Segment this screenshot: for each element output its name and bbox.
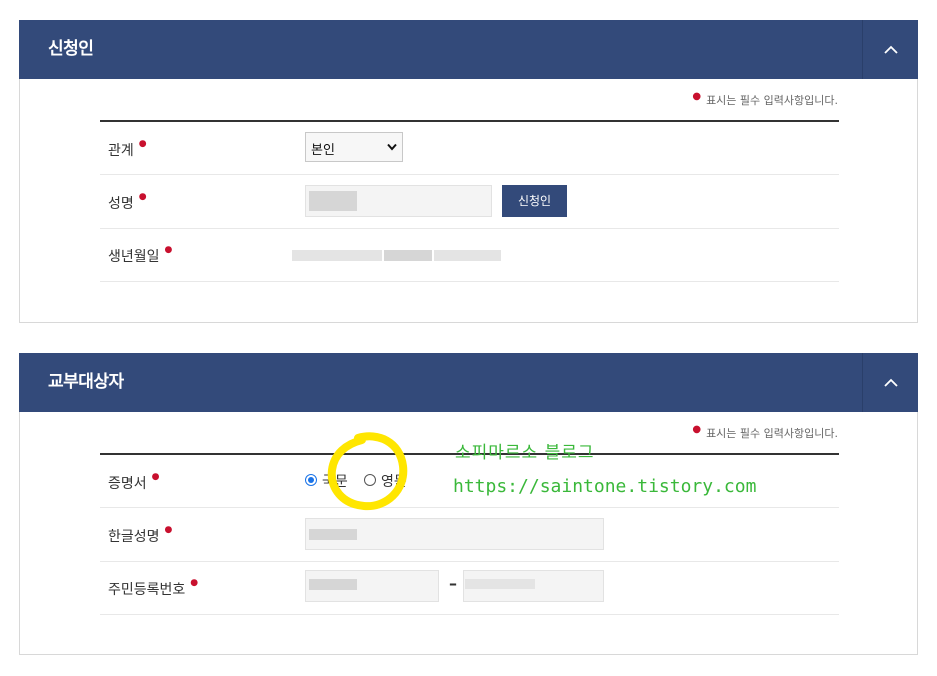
relation-row: 관계 ● 본인 <box>100 122 839 175</box>
birth-month-field[interactable] <box>384 250 432 261</box>
applicant-header: 신청인 <box>19 20 918 79</box>
name-row: 성명 ● 신청인 <box>100 175 839 229</box>
watermark-url: https://saintone.tistory.com <box>453 476 757 497</box>
cert-korean-radio[interactable] <box>305 474 317 486</box>
redacted-text <box>309 579 357 590</box>
required-dot-icon: ● <box>164 525 173 535</box>
rrn-separator: – <box>449 574 457 593</box>
applicant-collapse-button[interactable] <box>862 20 918 79</box>
watermark-blog-name: 소피마르소 블로그 <box>455 443 595 463</box>
target-collapse-button[interactable] <box>862 353 918 412</box>
birth-year-field[interactable] <box>292 250 382 261</box>
required-note: ● 표시는 필수 입력사항입니다. <box>692 424 838 440</box>
relation-label: 관계 ● <box>108 139 147 159</box>
rrn-front-input[interactable] <box>305 570 439 602</box>
required-dot-icon: ● <box>138 139 147 149</box>
required-dot-icon: ● <box>190 578 199 588</box>
redacted-text <box>309 191 357 211</box>
redacted-text <box>309 529 357 540</box>
highlight-circle <box>327 432 408 511</box>
korean-name-input[interactable] <box>305 518 604 550</box>
required-dot-icon: ● <box>692 424 702 435</box>
applicant-section: 신청인 ● 표시는 필수 입력사항입니다. 관계 ● 본인 성명 ● 신청인 생… <box>19 20 918 323</box>
required-dot-icon: ● <box>692 91 702 102</box>
required-dot-icon: ● <box>164 245 173 255</box>
name-input[interactable] <box>305 185 492 217</box>
korean-name-row: 한글성명 ● <box>100 508 839 562</box>
target-header: 교부대상자 <box>19 353 918 412</box>
birth-row: 생년월일 ● <box>100 229 839 282</box>
target-title: 교부대상자 <box>48 372 124 392</box>
birth-day-field[interactable] <box>434 250 501 261</box>
applicant-button[interactable]: 신청인 <box>502 185 567 217</box>
name-label: 성명 ● <box>108 192 147 212</box>
chevron-up-icon <box>884 378 898 387</box>
rrn-back-input[interactable] <box>463 570 604 602</box>
required-dot-icon: ● <box>138 192 147 202</box>
birth-label: 생년월일 ● <box>108 245 173 265</box>
rrn-row: 주민등록번호 ● – <box>100 562 839 615</box>
chevron-down-icon <box>387 143 397 151</box>
korean-name-label: 한글성명 ● <box>108 525 173 545</box>
required-note: ● 표시는 필수 입력사항입니다. <box>692 91 838 107</box>
rrn-label: 주민등록번호 ● <box>108 578 199 598</box>
redacted-text <box>465 579 535 589</box>
required-dot-icon: ● <box>151 472 160 482</box>
relation-select[interactable]: 본인 <box>305 132 403 162</box>
chevron-up-icon <box>884 45 898 54</box>
applicant-title: 신청인 <box>48 39 94 59</box>
cert-label: 증명서 ● <box>108 472 160 492</box>
target-section: 교부대상자 ● 표시는 필수 입력사항입니다. 증명서 ● 국문 영문 한글성명 ● … <box>19 353 918 655</box>
